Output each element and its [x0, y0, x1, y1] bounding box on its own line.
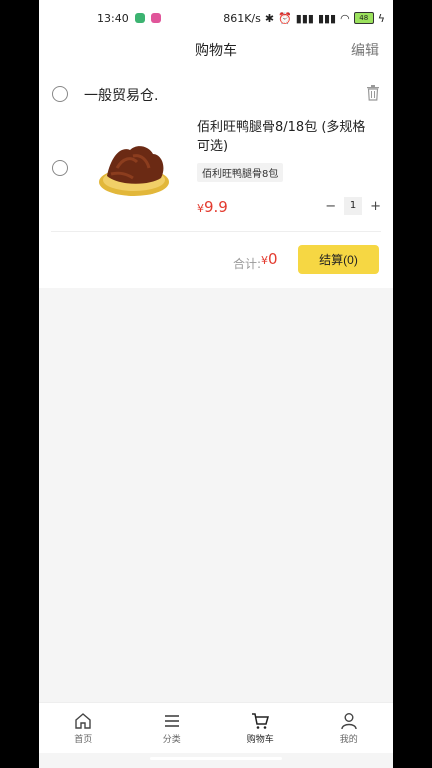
- cart-store-card: 一般贸易仓. 佰利旺鸭腿骨8/18包 (多规格可选) 佰利旺鸭腿骨8包 ¥9.9…: [39, 66, 393, 288]
- wifi-icon: ◠: [340, 11, 350, 25]
- increase-button[interactable]: +: [370, 199, 381, 214]
- user-icon: [341, 712, 357, 729]
- product-image[interactable]: [97, 138, 171, 200]
- nav-bar: 购物车 编辑: [39, 36, 393, 66]
- tab-profile[interactable]: 我的: [305, 703, 394, 753]
- page-title: 购物车: [195, 43, 237, 59]
- app-notification-icon: [134, 13, 145, 23]
- trash-icon[interactable]: [366, 85, 380, 101]
- store-select-radio[interactable]: [52, 86, 68, 102]
- total-label: 合计:: [233, 257, 262, 271]
- app-screen: 13:40 861K/s ✱ ⏰ ▮▮▮ ▮▮▮ ◠ 48 ϟ 购物车 编辑 一…: [39, 0, 393, 768]
- checkout-button[interactable]: 结算(0): [298, 245, 379, 274]
- total-value: 0: [268, 250, 278, 268]
- product-spec[interactable]: 佰利旺鸭腿骨8包: [197, 163, 284, 182]
- cart-icon: [252, 712, 270, 729]
- charging-icon: ϟ: [377, 11, 385, 25]
- status-time: 13:40: [97, 11, 129, 25]
- tab-category[interactable]: 分类: [128, 703, 217, 753]
- store-name: 一般贸易仓.: [84, 88, 159, 104]
- signal-icon: ▮▮▮: [317, 11, 337, 25]
- home-icon: [75, 712, 91, 729]
- app-notification-icon: [150, 13, 161, 23]
- edit-button[interactable]: 编辑: [351, 40, 379, 60]
- home-indicator[interactable]: [150, 757, 282, 760]
- quantity-value[interactable]: 1: [344, 197, 363, 215]
- currency-symbol: ¥: [197, 202, 204, 215]
- tab-bar: 首页 分类 购物车 我的: [39, 702, 393, 753]
- total-amount: ¥0: [261, 250, 278, 268]
- tab-home[interactable]: 首页: [39, 703, 128, 753]
- tab-cart[interactable]: 购物车: [216, 703, 305, 753]
- price-value: 9.9: [204, 198, 228, 216]
- product-price: ¥9.9: [197, 198, 228, 216]
- bluetooth-icon: ✱: [264, 11, 275, 25]
- status-bar: 13:40 861K/s ✱ ⏰ ▮▮▮ ▮▮▮ ◠ 48 ϟ: [39, 0, 393, 36]
- item-select-radio[interactable]: [52, 160, 68, 176]
- battery-icon: 48: [353, 12, 374, 24]
- tab-label: 分类: [162, 734, 181, 745]
- menu-icon: [164, 714, 179, 727]
- product-title[interactable]: 佰利旺鸭腿骨8/18包 (多规格可选): [197, 118, 377, 156]
- tab-label: 购物车: [246, 734, 274, 745]
- divider: [51, 231, 381, 232]
- tab-label: 首页: [74, 734, 93, 745]
- tab-label: 我的: [339, 734, 358, 745]
- decrease-button[interactable]: −: [325, 199, 336, 214]
- quantity-stepper: − 1 +: [325, 197, 381, 215]
- currency-symbol: ¥: [261, 254, 268, 267]
- alarm-icon: ⏰: [278, 11, 292, 25]
- signal-icon: ▮▮▮: [295, 11, 314, 25]
- network-speed: 861K/s: [223, 11, 261, 25]
